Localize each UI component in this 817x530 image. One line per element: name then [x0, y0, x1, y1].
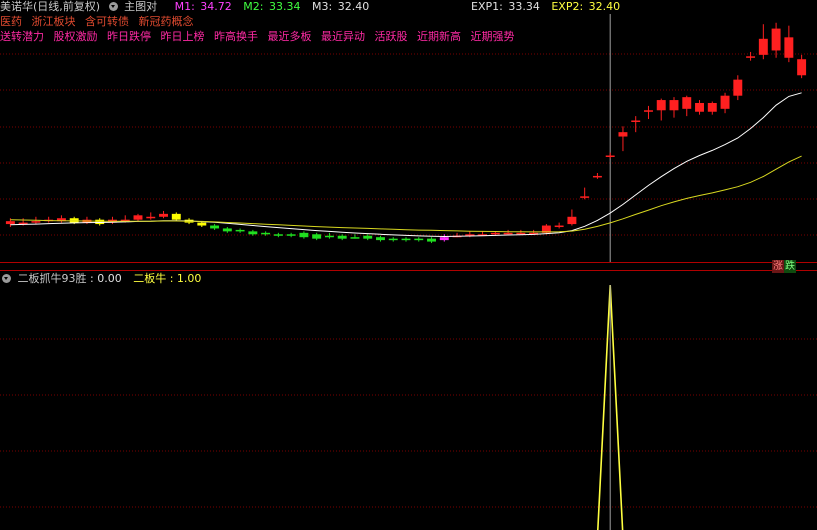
m3-value: 32.40: [337, 0, 370, 13]
candle-body: [797, 59, 807, 76]
m2-label: M2:: [243, 0, 264, 13]
candle-body: [146, 216, 156, 219]
candle-body: [746, 56, 756, 58]
tag-row-2: 送转潜力 股权激励 昨日跌停 昨日上榜 昨高换手 最近多板 最近异动 活跃股 近…: [0, 30, 521, 44]
main-chart-label[interactable]: 主图对: [124, 0, 157, 14]
candle-body: [516, 232, 526, 235]
candle-body: [312, 234, 322, 239]
sub-indicator-header: 二板抓牛93胜 : 0.00 二板牛 : 1.00: [0, 272, 201, 286]
m1-value: 34.72: [200, 0, 232, 13]
m1-label: M1:: [174, 0, 195, 13]
candle-body: [720, 95, 730, 109]
candle-body: [235, 229, 245, 232]
candle-body: [261, 232, 271, 235]
tag[interactable]: 股权激励: [54, 30, 98, 43]
dropdown-icon[interactable]: [2, 274, 11, 283]
updown-badges: 涨跌: [772, 260, 796, 273]
header-row: 美诺华(日线,前复权) 主图对 M1: 34.72 M2: 33.34 M3: …: [0, 0, 369, 14]
exp1-label: EXP1:: [471, 0, 503, 13]
candle-body: [210, 225, 220, 229]
exp1-value: 33.34: [508, 0, 540, 13]
exp2-label: EXP2:: [551, 0, 584, 13]
tag[interactable]: 含可转债: [85, 15, 129, 28]
candle-body: [733, 79, 743, 96]
ma-line-exp1: [10, 92, 802, 238]
candle-body: [363, 235, 373, 239]
candle-body: [567, 216, 577, 225]
candle-body: [758, 38, 768, 55]
tag[interactable]: 近期强势: [471, 30, 515, 43]
candle-body: [5, 221, 15, 225]
tag[interactable]: 昨日跌停: [107, 30, 151, 43]
candle-body: [631, 120, 641, 122]
candle-body: [682, 97, 692, 109]
tag[interactable]: 送转潜力: [0, 30, 44, 43]
tag[interactable]: 活跃股: [375, 30, 408, 43]
indicator-line-erbanniu: [597, 284, 624, 530]
tag[interactable]: 新冠药概念: [139, 15, 194, 28]
candle-body: [401, 238, 411, 241]
indicator1-label[interactable]: 二板抓牛93胜: [18, 272, 87, 286]
tag[interactable]: 浙江板块: [32, 15, 76, 28]
candle-body: [197, 222, 207, 226]
candle-body: [159, 213, 168, 217]
indicator2-value: : 1.00: [169, 272, 202, 285]
m3-label: M3:: [312, 0, 333, 13]
candle-body: [644, 110, 653, 112]
m2-value: 33.34: [269, 0, 301, 13]
indicator1-value: : 0.00: [90, 272, 122, 285]
candle-body: [31, 221, 41, 223]
tag[interactable]: 近期新高: [417, 30, 461, 43]
up-badge[interactable]: 涨: [772, 260, 784, 273]
candle-body: [273, 234, 283, 236]
candle-body: [133, 215, 143, 220]
candle-body: [427, 238, 436, 242]
candle-body: [771, 28, 781, 51]
candle-body: [337, 235, 347, 239]
candle-body: [414, 238, 424, 241]
tag[interactable]: 最近异动: [321, 30, 365, 43]
down-badge[interactable]: 跌: [784, 260, 796, 273]
candle-body: [388, 238, 398, 241]
candle-body: [656, 100, 666, 111]
candle-body: [605, 155, 615, 158]
exp2-value: 32.40: [588, 0, 621, 13]
candle-body: [376, 237, 385, 241]
candle-body: [784, 37, 794, 58]
candle-body: [695, 102, 704, 112]
candle-body: [707, 102, 717, 112]
candle-body: [618, 132, 628, 137]
candle-body: [350, 237, 360, 239]
candle-body: [503, 232, 513, 235]
exp-readout: EXP1: 33.34 EXP2: 32.40: [471, 0, 620, 14]
tag[interactable]: 昨高换手: [214, 30, 258, 43]
candle-body: [248, 231, 258, 235]
candle-body: [286, 234, 296, 236]
tag[interactable]: 医药: [0, 15, 22, 28]
candle-body: [171, 213, 181, 220]
tag-row-1: 医药 浙江板块 含可转债 新冠药概念: [0, 15, 200, 29]
dropdown-icon[interactable]: [108, 2, 118, 11]
candle-body: [592, 175, 602, 178]
candle-body: [490, 232, 500, 235]
indicator2-label: 二板牛: [133, 272, 167, 285]
stock-title[interactable]: 美诺华(日线,前复权): [0, 0, 100, 14]
candle-body: [95, 219, 105, 225]
candle-body: [299, 232, 309, 238]
kline-chart[interactable]: [0, 0, 817, 530]
candle-body: [580, 196, 590, 198]
tag[interactable]: 最近多板: [268, 30, 312, 43]
candle-body: [324, 235, 334, 238]
candle-body: [439, 237, 449, 241]
candle-body: [222, 228, 232, 232]
candle-body: [554, 225, 564, 228]
candle-body: [669, 100, 679, 111]
tag[interactable]: 昨日上榜: [161, 30, 205, 43]
